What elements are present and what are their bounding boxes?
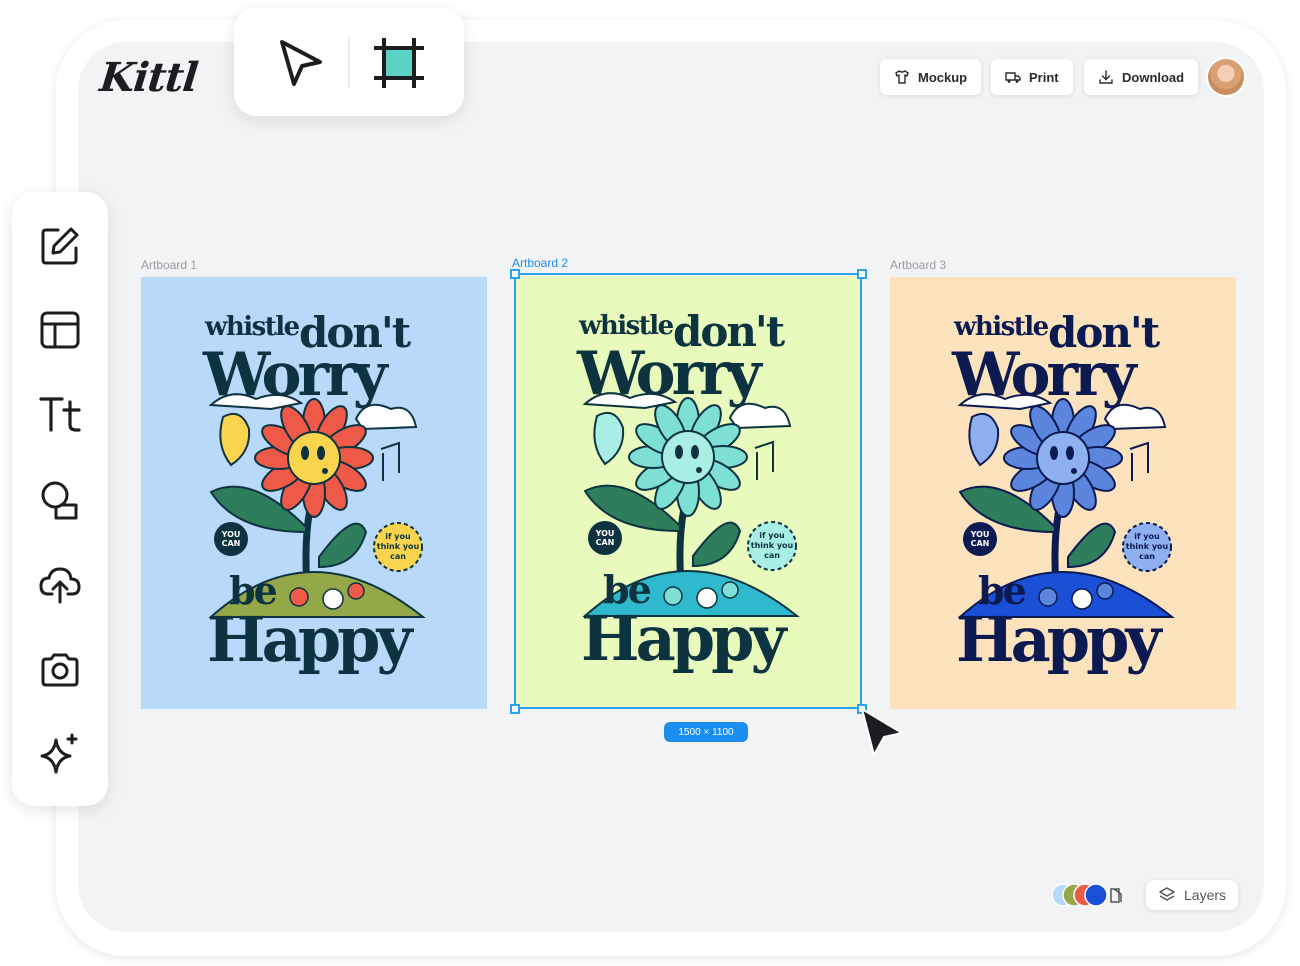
svg-text:if you: if you <box>759 531 785 540</box>
mockup-button[interactable]: Mockup <box>880 59 982 95</box>
edit-icon <box>41 227 79 265</box>
shapes-icon <box>41 481 78 520</box>
sidebar-photos-button[interactable] <box>38 648 82 692</box>
svg-text:think you: think you <box>751 541 794 550</box>
pointer-icon <box>280 40 322 86</box>
resize-handle-top-left[interactable] <box>510 269 520 279</box>
sidebar-elements-button[interactable] <box>38 478 82 522</box>
artboard-3[interactable]: whistle don't Worry YOU CAN if you think… <box>890 277 1236 709</box>
artboard-1-label[interactable]: Artboard 1 <box>141 258 197 272</box>
left-sidebar <box>12 192 108 806</box>
svg-text:YOU: YOU <box>595 529 615 538</box>
svg-text:YOU: YOU <box>221 530 241 539</box>
color-palette-button[interactable] <box>1050 882 1130 908</box>
truck-icon <box>1005 72 1021 83</box>
download-icon <box>1099 70 1113 84</box>
kittl-logo[interactable]: Kittl <box>98 54 200 101</box>
color-swatch <box>1084 883 1108 907</box>
svg-text:think you: think you <box>377 542 420 551</box>
svg-text:think you: think you <box>1126 542 1169 551</box>
frame-icon <box>374 38 424 88</box>
svg-text:CAN: CAN <box>596 538 615 547</box>
layout-icon <box>40 311 80 349</box>
layers-label: Layers <box>1184 887 1227 903</box>
svg-text:can: can <box>390 552 406 561</box>
tshirt-icon <box>895 70 909 84</box>
toolbar-divider <box>348 36 350 88</box>
upload-cloud-icon <box>39 567 81 604</box>
resize-handle-bottom-left[interactable] <box>510 704 520 714</box>
tool-toolbar <box>234 8 464 116</box>
svg-text:if you: if you <box>1134 532 1160 541</box>
resize-handle-top-right[interactable] <box>857 269 867 279</box>
sidebar-upload-button[interactable] <box>38 562 82 606</box>
sidebar-edit-button[interactable] <box>38 224 82 268</box>
print-label: Print <box>1029 69 1059 85</box>
poster-text-happy: Happy <box>207 603 414 676</box>
mouse-cursor-icon <box>861 708 903 756</box>
poster-text-whistle: whistle <box>204 312 300 342</box>
text-icon <box>39 397 81 432</box>
download-label: Download <box>1122 69 1185 85</box>
poster-illustration: whistle don't Worry YOU CAN if you think… <box>141 277 487 709</box>
poster-text-whistle: whistle <box>953 312 1049 342</box>
artboard-2-label[interactable]: Artboard 2 <box>512 256 568 270</box>
poster-text-happy: Happy <box>581 602 788 675</box>
layers-icon <box>1159 887 1175 901</box>
sidebar-text-button[interactable] <box>38 392 82 436</box>
size-indicator: 1500 × 1100 <box>664 722 748 742</box>
svg-text:CAN: CAN <box>222 539 241 548</box>
camera-icon <box>41 653 79 687</box>
swap-colors-icon <box>1110 888 1122 903</box>
poster-text-happy: Happy <box>956 603 1163 676</box>
svg-text:if you: if you <box>385 532 411 541</box>
svg-text:CAN: CAN <box>971 539 990 548</box>
svg-text:can: can <box>764 551 780 560</box>
svg-text:can: can <box>1139 552 1155 561</box>
artboard-3-label[interactable]: Artboard 3 <box>890 258 946 272</box>
print-button[interactable]: Print <box>991 59 1073 95</box>
sidebar-ai-button[interactable] <box>38 732 82 776</box>
poster-illustration: whistle don't Worry YOU CAN if you think… <box>890 277 1236 709</box>
download-button[interactable]: Download <box>1084 59 1199 95</box>
sparkle-icon <box>40 733 78 774</box>
svg-text:YOU: YOU <box>970 530 990 539</box>
sidebar-templates-button[interactable] <box>38 308 82 352</box>
select-tool-button[interactable] <box>274 36 328 90</box>
artboard-tool-button[interactable] <box>372 36 426 90</box>
color-swatches <box>1051 883 1108 907</box>
poster-illustration: whistle don't Worry YOU CAN if you think… <box>515 276 861 708</box>
flower-face <box>287 431 341 485</box>
user-avatar[interactable] <box>1208 59 1244 95</box>
mockup-label: Mockup <box>918 69 968 85</box>
flower-face <box>1036 431 1090 485</box>
flower-face <box>661 430 715 484</box>
layers-button[interactable]: Layers <box>1146 880 1239 910</box>
artboard-1[interactable]: whistle don't Worry YOU CAN if you think… <box>141 277 487 709</box>
poster-text-whistle: whistle <box>578 311 674 341</box>
artboard-2[interactable]: whistle don't Worry YOU CAN if you think… <box>515 276 861 708</box>
